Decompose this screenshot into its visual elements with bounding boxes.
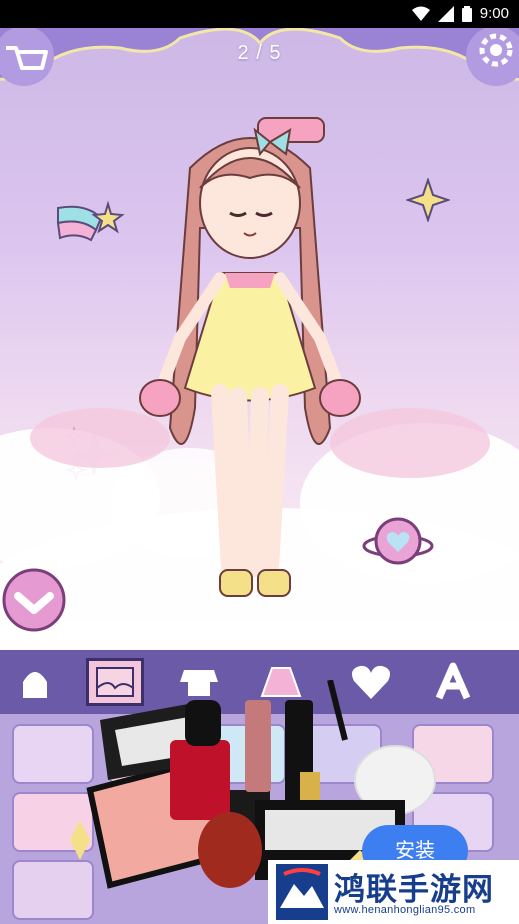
brand-logo: [276, 864, 328, 920]
signal-icon: [437, 5, 454, 22]
shooting-star-icon: [56, 200, 125, 242]
wifi-icon: [411, 6, 430, 21]
left-shoe: [219, 569, 253, 597]
brand-url[interactable]: www.henanhonglian95.com: [334, 904, 475, 916]
hair-icon: [23, 672, 47, 698]
settings-button[interactable]: [460, 28, 519, 92]
planet-heart-button[interactable]: [362, 514, 434, 568]
brand-watermark: 鸿联手游网 www.henanhonglian95.com: [268, 860, 519, 924]
clock: 9:00: [479, 5, 509, 22]
tab-hair[interactable]: [6, 658, 64, 706]
game-stage: 2 / 5: [0, 28, 519, 650]
shop-button[interactable]: [0, 28, 60, 92]
right-shoe: [257, 569, 291, 597]
character-avatar[interactable]: [120, 108, 380, 618]
right-glove: [319, 379, 361, 417]
status-bar: 9:00: [0, 0, 519, 28]
left-glove: [139, 379, 181, 417]
collapse-button[interactable]: [0, 566, 68, 634]
sparkle-icon: [406, 178, 450, 222]
page-counter: 2 / 5: [237, 42, 282, 64]
battery-icon: [461, 5, 472, 22]
brand-name: 鸿联手游网: [334, 872, 494, 908]
